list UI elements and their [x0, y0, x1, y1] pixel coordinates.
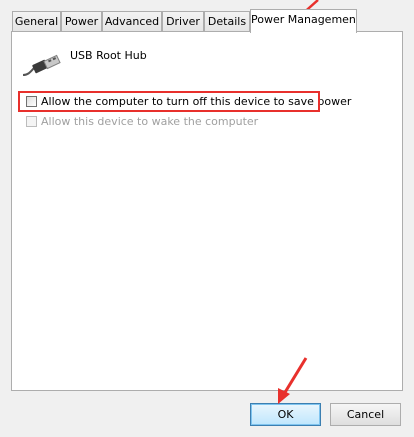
- allow-power-off-checkbox[interactable]: [26, 95, 37, 107]
- tab-label: Details: [207, 15, 247, 28]
- usb-plug-icon: [22, 54, 61, 76]
- cancel-button[interactable]: Cancel: [330, 403, 401, 426]
- device-name: USB Root Hub: [70, 49, 147, 62]
- ok-button[interactable]: OK: [250, 403, 321, 426]
- tab-label: Driver: [166, 15, 200, 28]
- tab-power[interactable]: Power: [61, 11, 102, 31]
- allow-power-off-label[interactable]: Allow the computer to turn off this devi…: [41, 95, 351, 108]
- tab-power-management[interactable]: Power Management: [250, 9, 357, 33]
- tab-advanced[interactable]: Advanced: [102, 11, 162, 31]
- allow-wake-label: Allow this device to wake the computer: [41, 114, 259, 128]
- tab-driver[interactable]: Driver: [162, 11, 204, 31]
- tab-details[interactable]: Details: [204, 11, 250, 31]
- allow-wake-checkbox: [26, 115, 37, 127]
- tab-strip: General Power Advanced Driver Details Po…: [0, 0, 414, 33]
- tab-label: General: [14, 15, 59, 28]
- allow-power-off-option[interactable]: Allow the computer to turn off this devi…: [26, 93, 351, 109]
- power-management-panel: [11, 31, 403, 391]
- tab-label: Advanced: [104, 15, 160, 28]
- tab-label: Power: [64, 15, 99, 28]
- allow-wake-option: Allow this device to wake the computer: [26, 113, 258, 129]
- tab-label: Power Management: [251, 13, 357, 26]
- tab-general[interactable]: General: [12, 11, 61, 31]
